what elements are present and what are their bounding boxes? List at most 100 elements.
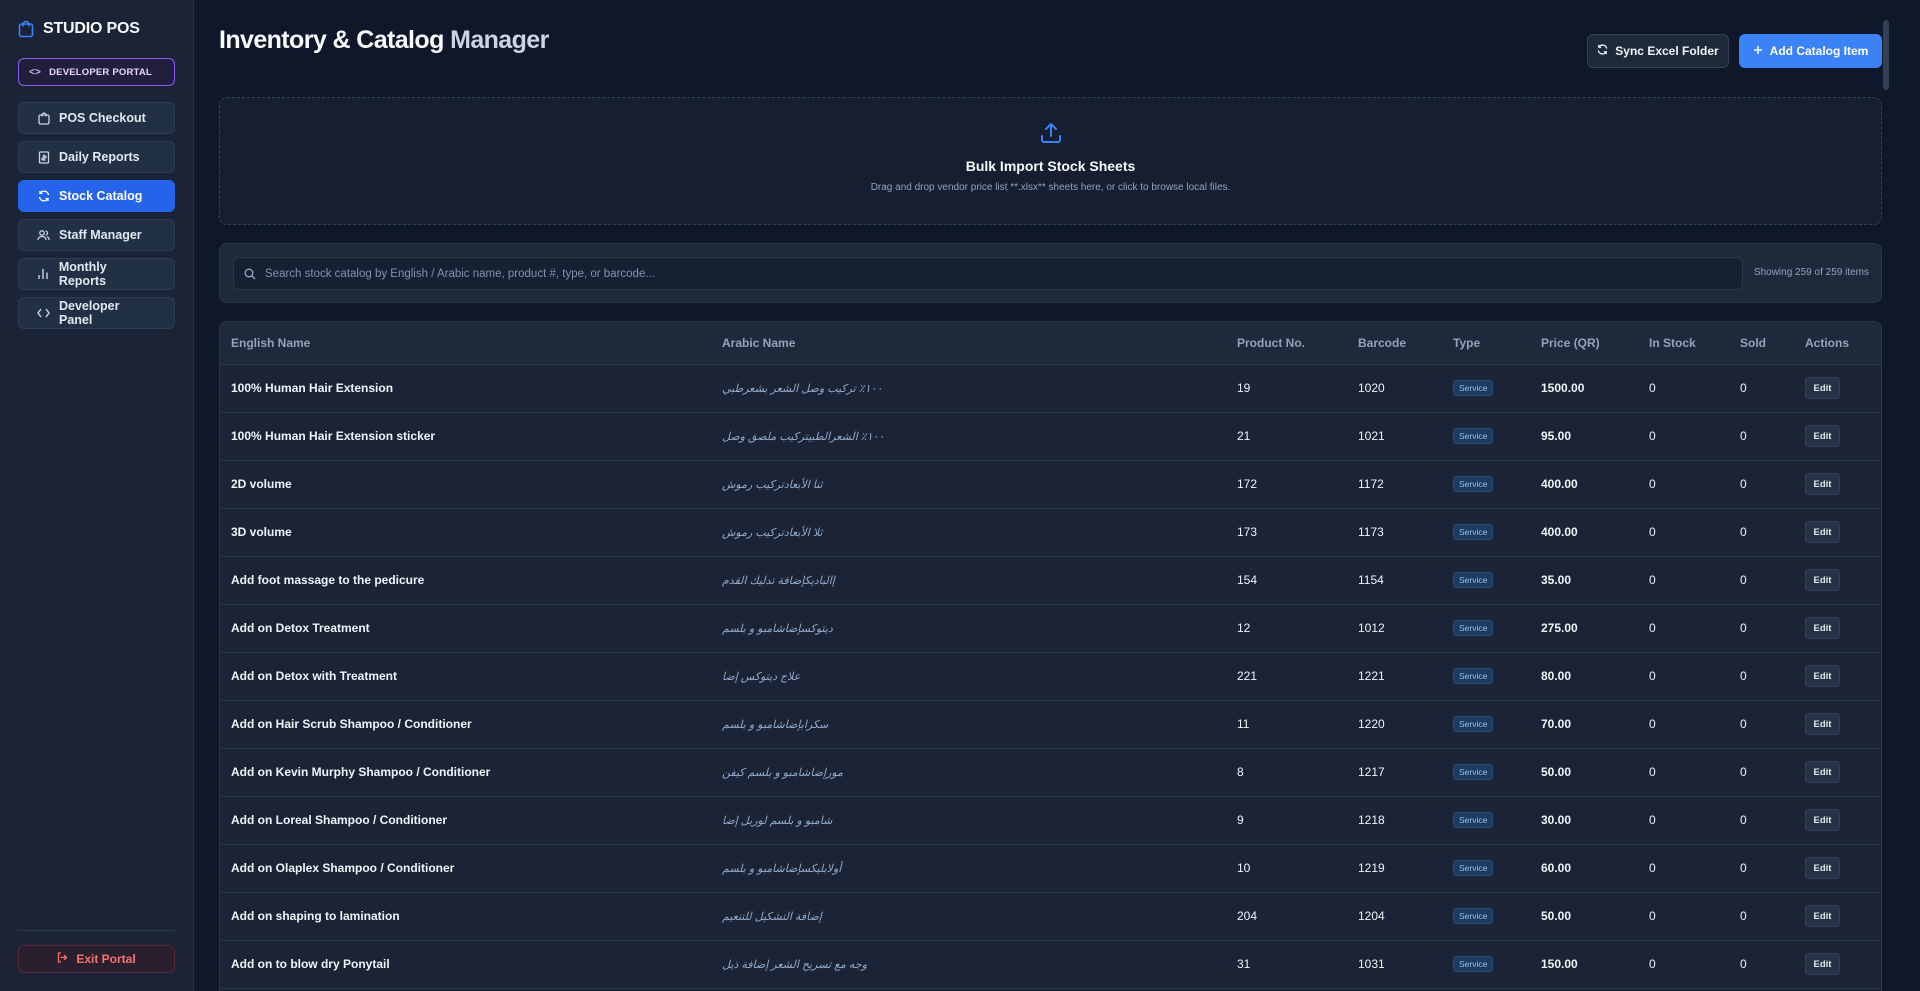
type-cell: Service <box>1442 892 1530 941</box>
page-title-main: Inventory & Catalog <box>219 26 444 54</box>
product-no-cell: 8 <box>1226 748 1347 797</box>
edit-button[interactable]: Edit <box>1805 425 1840 447</box>
table-header-row: English Name Arabic Name Product No. Bar… <box>220 322 1881 365</box>
price-cell: 1500.00 <box>1530 364 1638 413</box>
catalog-table: English Name Arabic Name Product No. Bar… <box>219 321 1882 991</box>
column-header[interactable]: English Name <box>220 322 711 365</box>
price-cell: 70.00 <box>1530 700 1638 749</box>
type-cell: Service <box>1442 748 1530 797</box>
arabic-name-cell: ١٠٠٪ الشعرالطبيتركيب ملصق وصل <box>711 412 1226 461</box>
english-name-cell: 100% Human Hair Extension <box>220 364 711 413</box>
sidebar-item-monthly-reports[interactable]: Monthly Reports <box>18 258 175 290</box>
sidebar-item-stock-catalog[interactable]: Stock Catalog <box>18 180 175 212</box>
type-cell: Service <box>1442 364 1530 413</box>
type-cell: Service <box>1442 844 1530 893</box>
shopping-bag-icon <box>37 111 50 125</box>
type-badge: Service <box>1453 956 1494 972</box>
column-header[interactable]: Type <box>1442 322 1530 365</box>
edit-button[interactable]: Edit <box>1805 761 1840 783</box>
product-no-cell: 19 <box>1226 364 1347 413</box>
table-row: Add on Hair Scrub Shampoo / Conditioner س… <box>220 700 1881 749</box>
page-title-muted: Manager <box>450 26 549 54</box>
english-name-cell: Add on Hair Scrub Shampoo / Conditioner <box>220 700 711 749</box>
search-field[interactable] <box>233 257 1743 290</box>
price-cell: 30.00 <box>1530 796 1638 845</box>
barcode-cell: 1204 <box>1347 892 1442 941</box>
type-cell: Service <box>1442 604 1530 653</box>
english-name-cell: Add on shaping to lamination <box>220 892 711 941</box>
sidebar: STUDIO POS <> DEVELOPER PORTAL POS Check… <box>0 0 194 991</box>
barcode-cell: 1021 <box>1347 412 1442 461</box>
bulk-import-dropzone[interactable]: Bulk Import Stock Sheets Drag and drop v… <box>219 97 1882 225</box>
product-no-cell: 154 <box>1226 556 1347 605</box>
price-cell: 400.00 <box>1530 508 1638 557</box>
edit-button[interactable]: Edit <box>1805 665 1840 687</box>
barcode-cell: 1221 <box>1347 652 1442 701</box>
sidebar-item-daily-reports[interactable]: Daily Reports <box>18 141 175 173</box>
table-row: Add on Olaplex Shampoo / Conditioner أولا… <box>220 844 1881 893</box>
barcode-cell: 1173 <box>1347 508 1442 557</box>
column-header[interactable]: Barcode <box>1347 322 1442 365</box>
column-header[interactable]: Price (QR) <box>1530 322 1638 365</box>
product-no-cell: 204 <box>1226 892 1347 941</box>
in-stock-cell: 0 <box>1638 844 1729 893</box>
price-cell: 400.00 <box>1530 460 1638 509</box>
arabic-name-cell: إضافة التشكيل للتنعيم <box>711 892 1226 941</box>
sold-cell: 0 <box>1729 604 1794 653</box>
sync-excel-folder-button[interactable]: Sync Excel Folder <box>1587 34 1729 68</box>
add-catalog-item-button[interactable]: Add Catalog Item <box>1739 34 1882 68</box>
edit-button[interactable]: Edit <box>1805 617 1840 639</box>
table-row: Add on Loreal Shampoo / Conditioner شامبو… <box>220 796 1881 845</box>
brand-name: STUDIO POS <box>43 20 140 37</box>
actions-cell: Edit <box>1794 460 1881 509</box>
type-cell: Service <box>1442 412 1530 461</box>
sidebar-item-pos-checkout[interactable]: POS Checkout <box>18 102 175 134</box>
page-scrollbar[interactable] <box>1883 20 1889 90</box>
price-cell: 50.00 <box>1530 748 1638 797</box>
column-header[interactable]: Sold <box>1729 322 1794 365</box>
edit-button[interactable]: Edit <box>1805 953 1840 975</box>
item-count: Showing 259 of 259 items <box>1753 267 1869 278</box>
type-badge: Service <box>1453 716 1494 732</box>
type-cell: Service <box>1442 556 1530 605</box>
product-no-cell: 173 <box>1226 508 1347 557</box>
edit-button[interactable]: Edit <box>1805 809 1840 831</box>
barcode-cell: 1154 <box>1347 556 1442 605</box>
type-badge: Service <box>1453 380 1494 396</box>
arabic-name-cell: ١٠٠٪ تركيب وصل الشعر بشعرطبي <box>711 364 1226 413</box>
in-stock-cell: 0 <box>1638 652 1729 701</box>
edit-button[interactable]: Edit <box>1805 521 1840 543</box>
in-stock-cell: 0 <box>1638 748 1729 797</box>
type-cell: Service <box>1442 460 1530 509</box>
column-header: Actions <box>1794 322 1881 365</box>
column-header[interactable]: In Stock <box>1638 322 1729 365</box>
edit-button[interactable]: Edit <box>1805 905 1840 927</box>
barcode-cell: 1020 <box>1347 364 1442 413</box>
arabic-name-cell: ديتوكسإضاشامبو و بلسم <box>711 604 1226 653</box>
edit-button[interactable]: Edit <box>1805 473 1840 495</box>
sold-cell: 0 <box>1729 508 1794 557</box>
price-cell: 275.00 <box>1530 604 1638 653</box>
edit-button[interactable]: Edit <box>1805 713 1840 735</box>
page-title: Inventory & Catalog Manager <box>219 26 549 55</box>
edit-button[interactable]: Edit <box>1805 857 1840 879</box>
sold-cell: 0 <box>1729 844 1794 893</box>
column-header[interactable]: Product No. <box>1226 322 1347 365</box>
price-cell: 50.00 <box>1530 892 1638 941</box>
edit-button[interactable]: Edit <box>1805 377 1840 399</box>
edit-button[interactable]: Edit <box>1805 569 1840 591</box>
sidebar-item-label: Developer Panel <box>59 299 120 327</box>
column-header[interactable]: Arabic Name <box>711 322 1226 365</box>
sold-cell: 0 <box>1729 892 1794 941</box>
price-cell: 60.00 <box>1530 844 1638 893</box>
barcode-cell: 1217 <box>1347 748 1442 797</box>
search-input[interactable] <box>265 267 1742 280</box>
type-badge: Service <box>1453 908 1494 924</box>
sidebar-item-developer-panel[interactable]: Developer Panel <box>18 297 175 329</box>
exit-portal-button[interactable]: Exit Portal <box>18 945 175 973</box>
actions-cell: Edit <box>1794 940 1881 989</box>
sold-cell: 0 <box>1729 364 1794 413</box>
type-cell: Service <box>1442 700 1530 749</box>
developer-portal-badge[interactable]: <> DEVELOPER PORTAL <box>18 58 175 86</box>
sidebar-item-staff-manager[interactable]: Staff Manager <box>18 219 175 251</box>
